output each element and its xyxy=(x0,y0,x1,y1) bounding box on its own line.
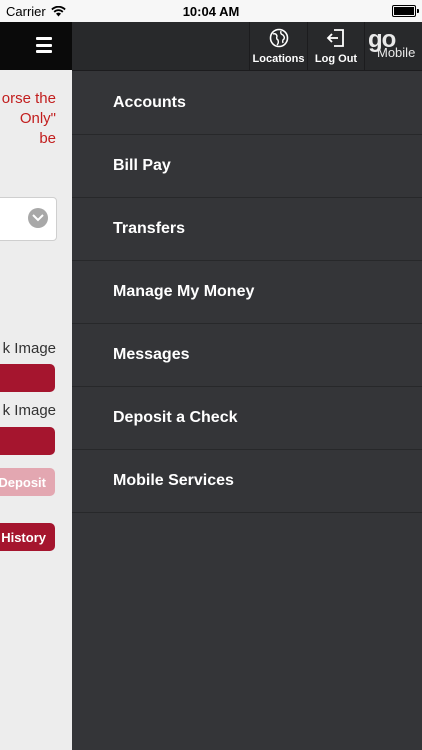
menu-item-bill-pay[interactable]: Bill Pay xyxy=(72,135,422,198)
battery-indicator xyxy=(392,0,419,22)
drawer-menu: Accounts Bill Pay Transfers Manage My Mo… xyxy=(72,71,422,513)
drawer-header: Locations Log Out go Mobile xyxy=(72,22,422,71)
locations-label: Locations xyxy=(252,53,305,65)
menu-item-label: Manage My Money xyxy=(113,283,255,300)
chevron-down-icon xyxy=(28,208,48,228)
hamburger-menu-icon[interactable] xyxy=(36,37,52,53)
locations-button[interactable]: Locations xyxy=(249,22,307,70)
logout-button[interactable]: Log Out xyxy=(307,22,364,70)
menu-item-manage-my-money[interactable]: Manage My Money xyxy=(72,261,422,324)
logout-label: Log Out xyxy=(314,53,358,65)
menu-item-label: Transfers xyxy=(113,220,186,237)
battery-level xyxy=(394,7,414,15)
carrier-info: Carrier xyxy=(6,4,66,19)
carrier-label: Carrier xyxy=(6,3,46,19)
menu-item-deposit-a-check[interactable]: Deposit a Check xyxy=(72,387,422,450)
menu-item-label: Accounts xyxy=(113,93,186,111)
menu-item-messages[interactable]: Messages xyxy=(72,324,422,387)
endorse-text-line-3: be xyxy=(39,130,56,147)
wifi-icon xyxy=(51,5,66,16)
account-select[interactable] xyxy=(0,197,57,241)
menu-item-mobile-services[interactable]: Mobile Services xyxy=(72,450,422,513)
front-check-image-button[interactable] xyxy=(0,364,55,392)
navigation-drawer: Locations Log Out go Mobile Accounts Bil… xyxy=(72,22,422,750)
go-mobile-logo[interactable]: go Mobile xyxy=(364,22,422,70)
deposit-button[interactable]: Deposit xyxy=(0,468,55,496)
menu-item-transfers[interactable]: Transfers xyxy=(72,198,422,261)
status-bar: Carrier 10:04 AM xyxy=(0,0,422,22)
back-check-image-label: k Image xyxy=(2,402,56,419)
back-check-image-button[interactable] xyxy=(0,427,55,455)
history-button[interactable]: History xyxy=(0,523,55,551)
menu-item-accounts[interactable]: Accounts xyxy=(72,71,422,135)
main-content-panel: orse the Only" be k Image k Image Deposi… xyxy=(0,22,72,750)
endorse-text-line-1: orse the xyxy=(1,90,56,107)
logout-icon xyxy=(326,28,344,47)
battery-icon xyxy=(392,5,419,17)
endorse-text-line-2: Only" xyxy=(19,110,56,127)
menu-item-label: Mobile Services xyxy=(113,472,234,489)
deposit-button-label: Deposit xyxy=(0,474,46,490)
globe-icon xyxy=(269,28,288,47)
main-top-bar xyxy=(0,22,72,70)
menu-item-label: Bill Pay xyxy=(113,157,171,174)
logo-mobile-text: Mobile xyxy=(377,45,416,60)
menu-item-label: Messages xyxy=(113,346,190,363)
history-button-label: History xyxy=(1,529,46,545)
menu-item-label: Deposit a Check xyxy=(113,409,238,426)
front-check-image-label: k Image xyxy=(2,340,56,357)
